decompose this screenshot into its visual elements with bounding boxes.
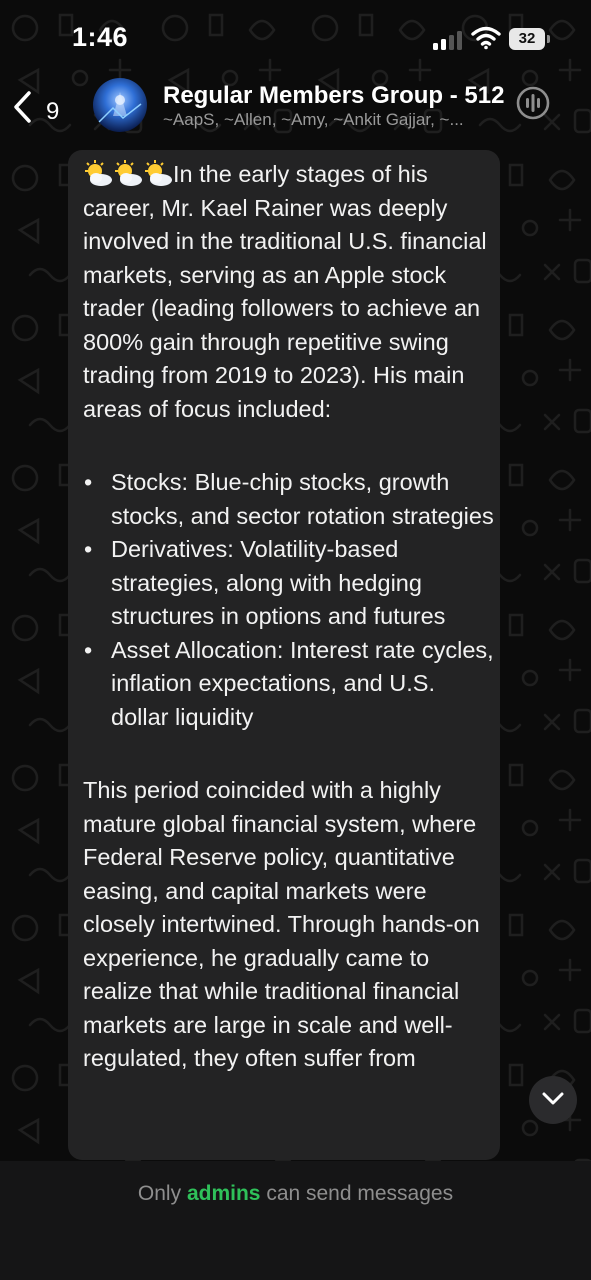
status-time: 1:46: [72, 22, 129, 52]
message-bubble[interactable]: In the early stages of his career, Mr. K…: [68, 150, 500, 1160]
sun-behind-cloud-icon: [83, 160, 113, 188]
battery-cap: [547, 35, 550, 43]
avatar-image: [98, 92, 142, 123]
composer-footer: Only admins can send messages: [0, 1161, 591, 1280]
battery-level: 32: [509, 28, 545, 50]
cellular-signal-icon: [433, 31, 462, 50]
list-item: • Stocks: Blue-chip stocks, growth stocks…: [84, 469, 494, 529]
chevron-left-icon: [14, 91, 31, 123]
group-avatar[interactable]: [93, 78, 147, 132]
list-item: • Derivatives: Volatility-based strategie…: [84, 536, 446, 629]
sun-behind-cloud-icon: [113, 160, 143, 188]
battery-indicator: 32: [509, 28, 551, 50]
bullet-text: Stocks: Blue-chip stocks, growth stocks,…: [111, 469, 494, 529]
chevron-down-icon: [542, 1092, 564, 1105]
status-bar: 1:46 32: [0, 0, 591, 78]
group-members: ~AapS, ~Allen, ~Amy, ~Ankit Gajjar, ~...: [163, 110, 464, 129]
bullet-text: Derivatives: Volatility-based strategies…: [111, 536, 446, 629]
admin-only-notice: Only admins can send messages: [0, 1182, 591, 1206]
message-second-paragraph: This period coincided with a highly matu…: [83, 777, 480, 1071]
focus-areas-list: • Stocks: Blue-chip stocks, growth stocks…: [83, 466, 495, 734]
message-intro-paragraph: In the early stages of his career, Mr. K…: [83, 158, 495, 426]
notice-prefix: Only: [137, 1182, 182, 1205]
voice-chat-icon[interactable]: [515, 85, 551, 121]
message-text: In the early stages of his career, Mr. K…: [83, 158, 495, 1076]
scroll-to-bottom-button[interactable]: [529, 1076, 577, 1124]
group-title[interactable]: Regular Members Group - 512: [163, 82, 504, 110]
back-button[interactable]: 9: [10, 86, 72, 134]
notice-suffix: can send messages: [266, 1182, 454, 1205]
admins-link[interactable]: admins: [187, 1182, 261, 1205]
bullet-text: Asset Allocation: Interest rate cycles, …: [111, 636, 494, 730]
chat-header: 9 Regular Members Group - 512 ~AapS, ~Al…: [0, 78, 591, 140]
list-item: • Asset Allocation: Interest rate cycles,…: [84, 636, 494, 730]
unread-count: 9: [46, 98, 60, 125]
intro-text: In the early stages of his career, Mr. K…: [83, 161, 487, 422]
wifi-icon: [471, 26, 501, 50]
sun-behind-cloud-icon: [143, 160, 173, 188]
